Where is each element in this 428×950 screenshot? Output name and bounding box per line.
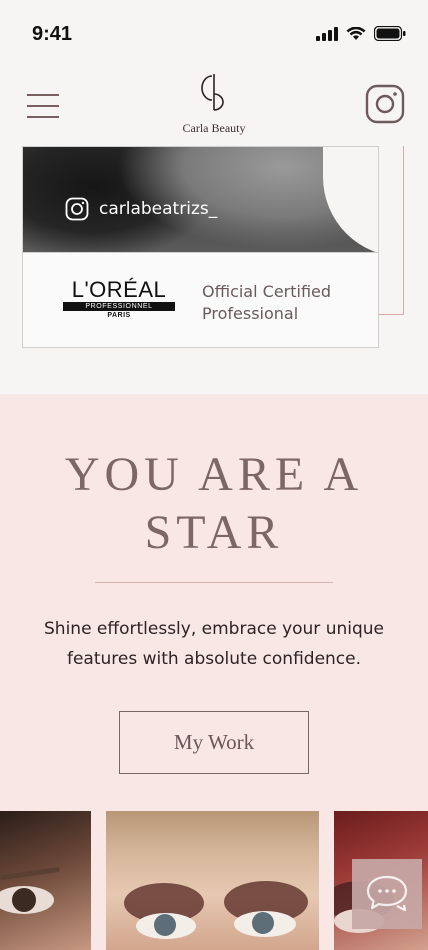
site-header: Carla Beauty <box>0 64 428 144</box>
instagram-icon <box>65 197 89 221</box>
instagram-handle: carlabeatrizs_ <box>99 199 218 219</box>
cb-monogram-icon <box>201 74 224 111</box>
gallery-photo[interactable] <box>0 811 91 950</box>
menu-button[interactable] <box>27 94 59 118</box>
menu-line <box>27 116 59 118</box>
chat-button[interactable] <box>352 859 422 929</box>
gallery-photo[interactable] <box>106 811 319 950</box>
status-icons <box>316 26 406 41</box>
loreal-logo-city: PARIS <box>107 312 131 319</box>
photo-brow <box>0 866 61 881</box>
instagram-button[interactable] <box>365 84 405 124</box>
loreal-logo-sub: PROFESSIONNEL <box>63 302 175 311</box>
chat-bubbles-icon <box>366 875 408 912</box>
loreal-logo: L'ORÉAL PROFESSIONNEL PARIS <box>63 279 175 319</box>
certification-strip: L'ORÉAL PROFESSIONNEL PARIS Official Cer… <box>23 252 378 347</box>
photo-iris <box>154 914 176 936</box>
photo-iris <box>12 888 36 912</box>
hero-description: Shine effortlessly, embrace your unique … <box>44 619 384 669</box>
instagram-icon <box>365 84 405 124</box>
site-logo[interactable]: Carla Beauty <box>164 72 264 136</box>
hero-title: YOU ARE A STAR <box>64 448 364 559</box>
battery-icon <box>374 26 406 41</box>
status-time: 9:41 <box>32 23 73 45</box>
menu-line <box>27 94 59 96</box>
my-work-button[interactable]: My Work <box>119 711 309 774</box>
wifi-icon <box>346 26 366 40</box>
instagram-handle-link[interactable]: carlabeatrizs_ <box>65 197 217 221</box>
status-bar: 9:41 <box>0 0 428 64</box>
photo-iris <box>252 912 274 934</box>
signal-icon <box>316 26 338 41</box>
menu-line <box>27 105 59 107</box>
featured-card: carlabeatrizs_ L'ORÉAL PROFESSIONNEL PAR… <box>22 146 379 348</box>
hero-divider <box>95 582 333 583</box>
logo-name: Carla Beauty <box>182 121 246 135</box>
certification-text: Official Certified Professional <box>202 282 332 323</box>
loreal-logo-main: L'ORÉAL <box>71 277 167 302</box>
